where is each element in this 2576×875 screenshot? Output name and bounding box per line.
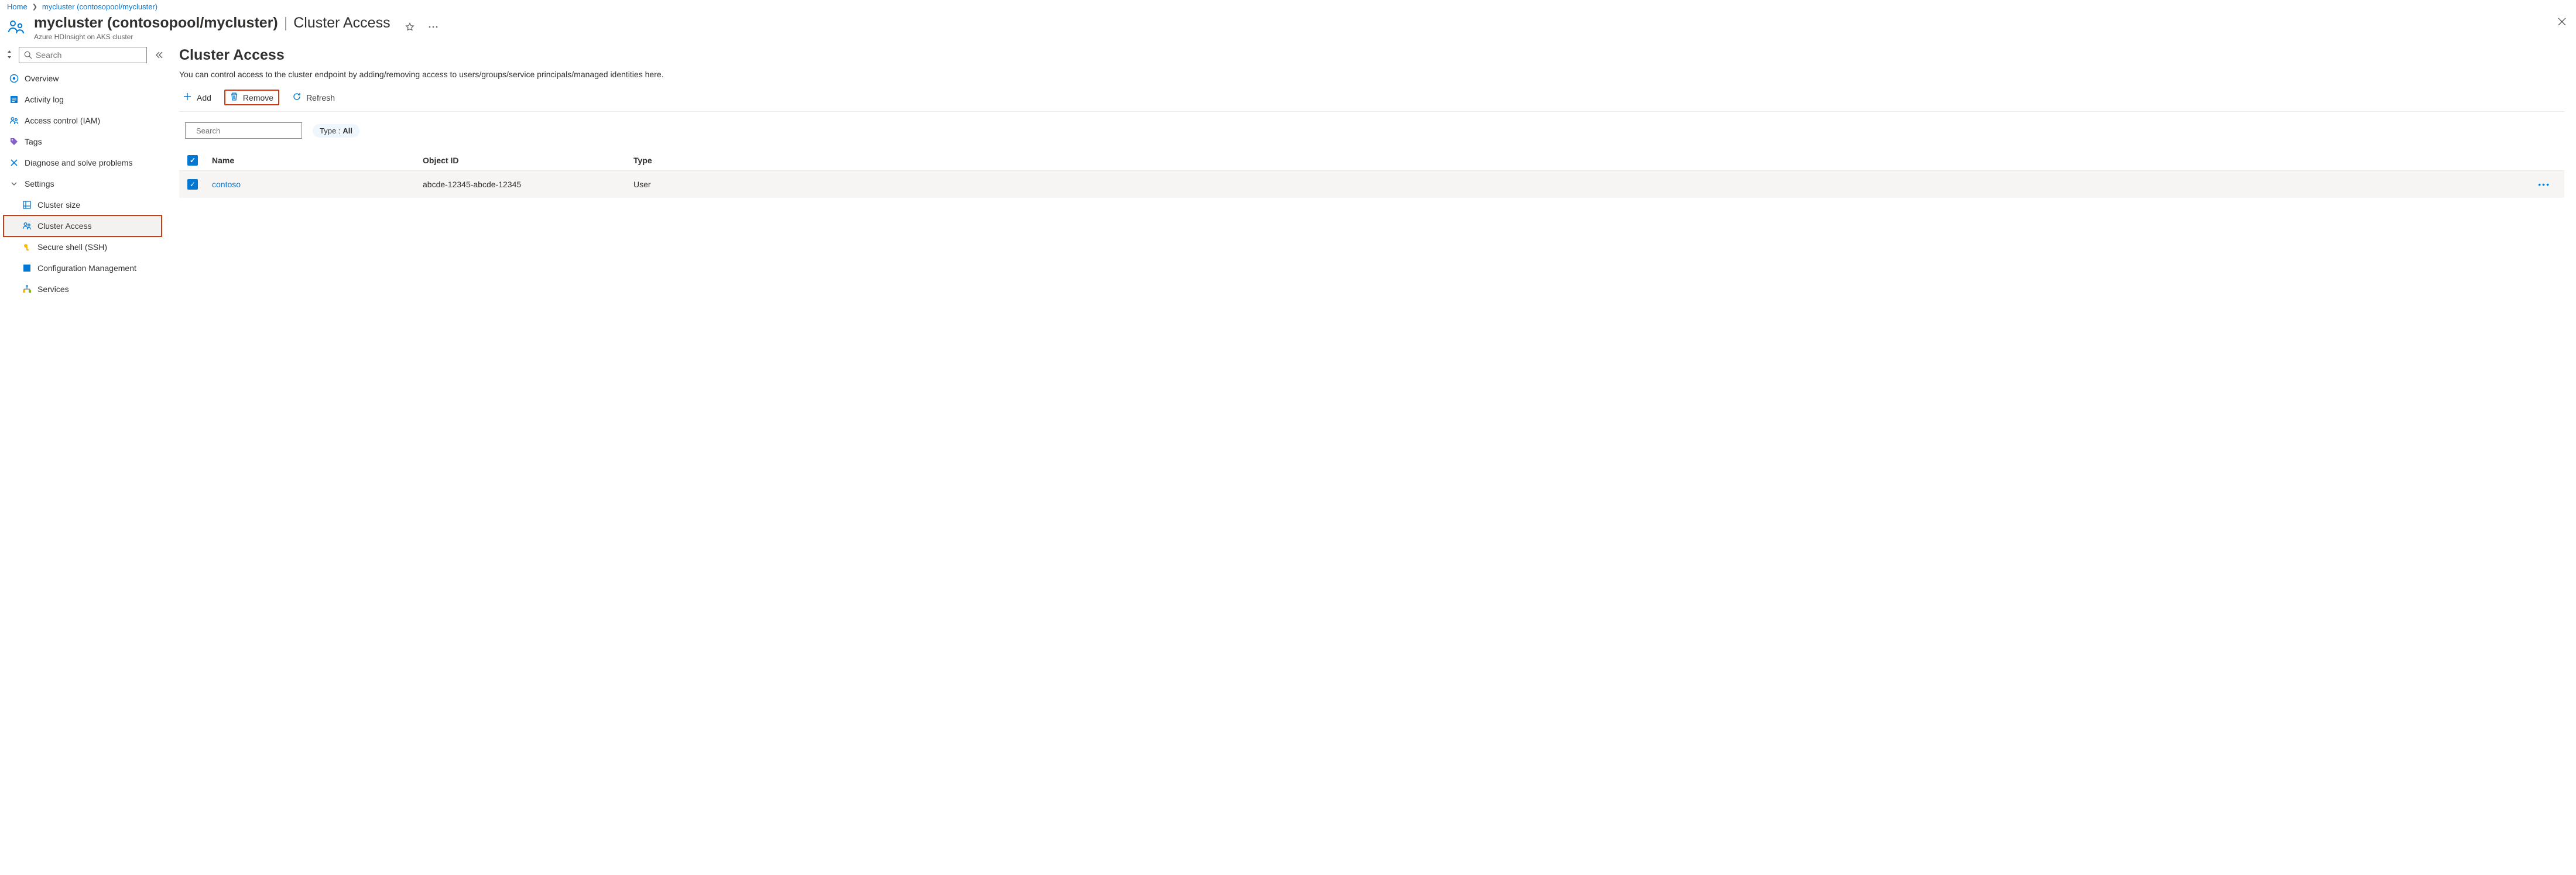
sidebar-item-access-control[interactable]: Access control (IAM) [4,110,162,131]
table-header: ✓ Name Object ID Type [179,150,2564,171]
chevron-right-icon: ❯ [32,3,37,11]
sidebar-item-activity-log[interactable]: Activity log [4,89,162,110]
page-title: mycluster (contosopool/mycluster) | Clus… [34,15,390,32]
main-heading: Cluster Access [179,47,2564,64]
table-search[interactable] [185,122,302,139]
resource-icon [7,18,26,37]
select-all-checkbox[interactable]: ✓ [187,155,198,166]
breadcrumb-home[interactable]: Home [7,2,28,11]
row-checkbox[interactable]: ✓ [187,179,198,190]
close-icon [2557,17,2567,26]
sidebar: Overview Activity log Access control (IA… [0,47,165,300]
row-object-id: abcde-12345-abcde-12345 [423,180,633,189]
refresh-button-label: Refresh [306,93,335,102]
sidebar-item-tags[interactable]: Tags [4,131,162,152]
collapse-sidebar-button[interactable] [153,49,166,61]
chevron-down-icon [9,179,19,188]
main-description: You can control access to the cluster en… [179,70,2564,79]
toolbar: Add Remove Refresh [179,87,2564,112]
page-subtitle: Azure HDInsight on AKS cluster [34,33,390,41]
remove-button-label: Remove [243,93,273,102]
sidebar-item-label: Access control (IAM) [25,116,100,125]
table-row[interactable]: ✓ contoso abcde-12345-abcde-12345 User •… [179,171,2564,198]
sidebar-item-diagnose[interactable]: Diagnose and solve problems [4,152,162,173]
tags-icon [9,137,19,146]
sidebar-item-label: Services [37,284,69,294]
type-filter-key: Type : [320,126,340,135]
sidebar-search-input[interactable] [36,50,142,60]
close-button[interactable] [2555,15,2569,29]
sidebar-item-services[interactable]: Services [4,279,162,300]
cluster-access-icon [22,221,32,231]
config-icon [22,263,32,273]
access-table: ✓ Name Object ID Type ✓ contoso abcde-12… [179,150,2564,198]
sidebar-item-label: Configuration Management [37,263,136,273]
favorite-button[interactable] [402,19,417,35]
page-title-main: mycluster (contosopool/mycluster) [34,15,278,32]
filter-row: Type : All [185,122,2564,139]
page-title-section: Cluster Access [293,15,390,32]
sidebar-item-overview[interactable]: Overview [4,68,162,89]
main-content: Cluster Access You can control access to… [165,47,2576,300]
sidebar-item-label: Cluster size [37,200,80,210]
row-more-button[interactable]: ••• [2529,180,2564,189]
sidebar-item-config-mgmt[interactable]: Configuration Management [4,258,162,279]
sidebar-item-label: Activity log [25,95,64,104]
breadcrumb-cluster[interactable]: mycluster (contosopool/mycluster) [42,2,157,11]
more-button[interactable] [426,23,441,31]
type-filter-pill[interactable]: Type : All [313,124,359,138]
refresh-button[interactable]: Refresh [289,91,338,104]
activity-log-icon [9,95,19,104]
sidebar-item-label: Settings [25,179,54,188]
sidebar-item-label: Overview [25,74,59,83]
col-object-id[interactable]: Object ID [423,156,633,165]
overview-icon [9,74,19,83]
sidebar-group-settings[interactable]: Settings [4,173,162,194]
reorder-icon[interactable] [6,50,13,60]
refresh-icon [292,92,302,103]
key-icon [22,242,32,252]
ellipsis-icon [428,25,439,29]
add-button[interactable]: Add [179,91,215,104]
search-icon [24,51,32,59]
services-icon [22,284,32,294]
access-control-icon [9,116,19,125]
remove-button[interactable]: Remove [224,90,279,105]
sidebar-item-cluster-access[interactable]: Cluster Access [4,215,162,236]
sidebar-item-label: Cluster Access [37,221,92,231]
sidebar-item-secure-shell[interactable]: Secure shell (SSH) [4,236,162,258]
type-filter-value: All [342,126,352,135]
chevron-double-left-icon [155,51,163,59]
trash-icon [230,92,238,103]
plus-icon [183,92,192,103]
page-header: mycluster (contosopool/mycluster) | Clus… [0,15,2576,47]
sidebar-item-label: Tags [25,137,42,146]
table-search-input[interactable] [196,126,299,135]
col-type[interactable]: Type [633,156,2529,165]
add-button-label: Add [197,93,211,102]
sidebar-item-label: Diagnose and solve problems [25,158,132,167]
sidebar-search[interactable] [19,47,147,63]
breadcrumb: Home ❯ mycluster (contosopool/mycluster) [0,0,2576,15]
sidebar-item-label: Secure shell (SSH) [37,242,107,252]
row-name-link[interactable]: contoso [212,180,241,189]
cluster-size-icon [22,200,32,210]
star-icon [405,22,415,32]
row-type: User [633,180,2529,189]
diagnose-icon [9,158,19,167]
col-name[interactable]: Name [212,156,423,165]
sidebar-item-cluster-size[interactable]: Cluster size [4,194,162,215]
